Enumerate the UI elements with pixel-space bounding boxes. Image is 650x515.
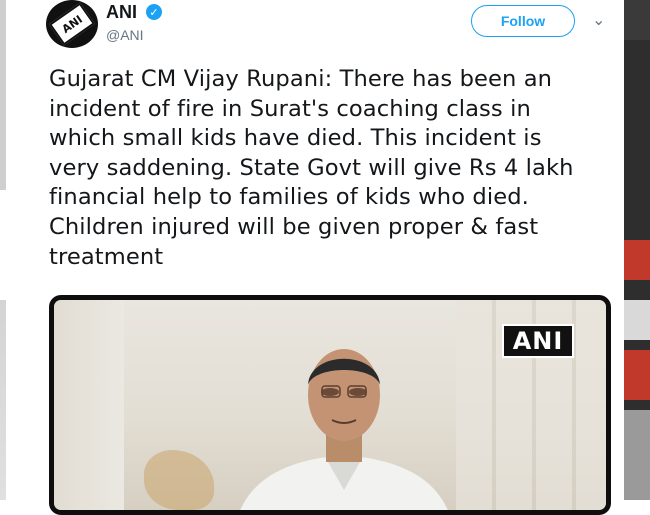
background-page-right bbox=[624, 0, 650, 500]
author-name[interactable]: ANI bbox=[106, 2, 137, 23]
tweet-text-line: Children injured will be given proper & … bbox=[49, 213, 539, 240]
tweet-text-line: incident of fire in Surat's coaching cla… bbox=[49, 95, 531, 122]
chevron-down-icon[interactable]: ⌄ bbox=[592, 10, 605, 29]
tweet-text-line: which small kids have died. This inciden… bbox=[49, 125, 542, 152]
follow-button[interactable]: Follow bbox=[471, 5, 575, 37]
tweet-text: Gujarat CM Vijay Rupani: There has been … bbox=[49, 65, 614, 272]
tweet-text-line: financial help to families of kids who d… bbox=[49, 184, 529, 211]
ani-logo: ANI bbox=[48, 2, 96, 46]
tweet-text-line: treatment bbox=[49, 243, 164, 270]
curtain bbox=[54, 300, 124, 510]
author-handle[interactable]: @ANI bbox=[106, 27, 144, 43]
tweet-video[interactable]: ANI bbox=[49, 295, 611, 515]
tweet-card: ANI ANI ✓ @ANI Follow ⌄ Gujarat CM Vijay… bbox=[6, 0, 624, 515]
tweet-text-line: very saddening. State Govt will give Rs … bbox=[49, 154, 574, 181]
verified-badge-icon: ✓ bbox=[146, 4, 162, 20]
tweet-text-line: Gujarat CM Vijay Rupani: There has been … bbox=[49, 66, 553, 92]
map-emblem bbox=[144, 450, 214, 510]
speaker-figure bbox=[240, 349, 448, 510]
ani-watermark: ANI bbox=[502, 324, 574, 358]
video-frame: ANI bbox=[54, 300, 606, 510]
author-avatar[interactable]: ANI bbox=[46, 0, 98, 48]
